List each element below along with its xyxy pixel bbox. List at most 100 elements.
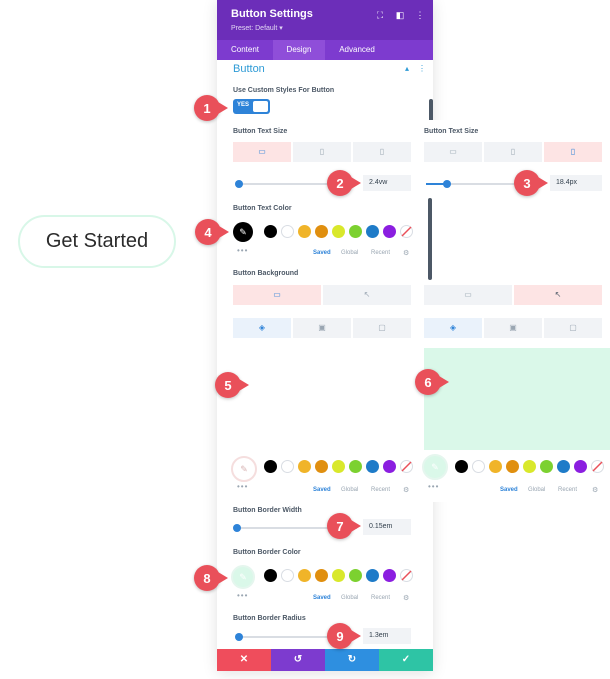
undo-button[interactable]: ↺	[271, 649, 325, 671]
tab-content[interactable]: Content	[217, 40, 273, 60]
swatch-none[interactable]	[591, 460, 604, 473]
section-more-icon[interactable]: ⋮	[418, 64, 426, 73]
border-width-slider-handle[interactable]	[233, 524, 241, 532]
phone-text-size-slider-handle[interactable]	[443, 180, 451, 188]
device-phone-tab[interactable]: ▯	[353, 142, 411, 162]
more-options-icon[interactable]: ⋮	[415, 10, 425, 20]
palette-tab-saved[interactable]: Saved	[500, 487, 518, 493]
swatch-amber[interactable]	[298, 225, 311, 238]
swatch-white[interactable]	[472, 460, 485, 473]
swatch-none[interactable]	[400, 569, 413, 582]
phone-text-size-input[interactable]: 18.4px	[550, 175, 602, 191]
swatch-black[interactable]	[264, 225, 277, 238]
swatch-none[interactable]	[400, 460, 413, 473]
gear-icon[interactable]: ⚙	[592, 486, 598, 494]
swatch-yellow[interactable]	[332, 460, 345, 473]
swatch-green[interactable]	[349, 460, 362, 473]
cancel-button[interactable]: ✕	[217, 649, 271, 671]
palette-tab-recent[interactable]: Recent	[371, 250, 390, 256]
preset-selector[interactable]: Preset: Default ▾	[231, 24, 283, 32]
swatch-yellow[interactable]	[523, 460, 536, 473]
palette-tab-saved[interactable]: Saved	[313, 250, 331, 256]
border-radius-slider-handle[interactable]	[235, 633, 243, 641]
background-color-picker[interactable]: ✎	[231, 456, 257, 482]
redo-button[interactable]: ↻	[325, 649, 379, 671]
phone-bg-type-video-tab[interactable]: ▢	[544, 318, 602, 338]
right-scrollbar[interactable]	[428, 198, 432, 280]
get-started-button[interactable]: Get Started	[18, 215, 176, 268]
bg-type-color-tab[interactable]: ◈	[233, 318, 291, 338]
swatch-purple[interactable]	[383, 225, 396, 238]
bg-type-image-tab[interactable]: ▣	[293, 318, 351, 338]
palette-tab-global[interactable]: Global	[341, 250, 358, 256]
phone-device-tablet-tab[interactable]: ▯	[484, 142, 542, 162]
swatch-purple[interactable]	[383, 460, 396, 473]
border-color-picker[interactable]: ✎	[231, 565, 255, 589]
swatch-yellow[interactable]	[332, 225, 345, 238]
swatch-amber[interactable]	[298, 460, 311, 473]
text-color-picker[interactable]: ✎	[233, 222, 253, 242]
palette-tab-saved[interactable]: Saved	[313, 487, 331, 493]
gear-icon[interactable]: ⚙	[403, 486, 409, 494]
phone-device-desktop-tab[interactable]: ▭	[424, 142, 482, 162]
phone-bg-state-hover-tab[interactable]: ↖	[514, 285, 602, 305]
swatch-green[interactable]	[540, 460, 553, 473]
border-radius-input[interactable]: 1.3em	[363, 628, 411, 644]
swatch-blue[interactable]	[366, 460, 379, 473]
swatch-purple[interactable]	[383, 569, 396, 582]
device-desktop-tab[interactable]: ▭	[233, 142, 291, 162]
expand-icon[interactable]: ⛶	[375, 10, 385, 20]
text-size-input[interactable]: 2.4vw	[363, 175, 411, 191]
more-colors-icon[interactable]: •••	[237, 482, 248, 491]
sidebar-toggle-icon[interactable]: ◧	[395, 10, 405, 20]
phone-background-color-picker[interactable]: ✎	[422, 454, 448, 480]
swatch-orange[interactable]	[506, 460, 519, 473]
phone-bg-state-default-tab[interactable]: ▭	[424, 285, 512, 305]
save-button[interactable]: ✓	[379, 649, 433, 671]
tab-design[interactable]: Design	[273, 40, 325, 60]
text-size-slider-handle[interactable]	[235, 180, 243, 188]
palette-tab-global[interactable]: Global	[341, 487, 358, 493]
palette-tab-recent[interactable]: Recent	[371, 487, 390, 493]
more-colors-icon[interactable]: •••	[237, 246, 248, 255]
swatch-blue[interactable]	[366, 225, 379, 238]
swatch-yellow[interactable]	[332, 569, 345, 582]
phone-bg-type-color-tab[interactable]: ◈	[424, 318, 482, 338]
more-colors-icon[interactable]: •••	[237, 591, 248, 600]
section-title[interactable]: Button	[233, 63, 265, 75]
swatch-orange[interactable]	[315, 460, 328, 473]
swatch-blue[interactable]	[557, 460, 570, 473]
collapse-icon[interactable]: ▴	[405, 64, 409, 73]
swatch-green[interactable]	[349, 569, 362, 582]
custom-styles-toggle[interactable]: YES	[233, 99, 270, 114]
swatch-white[interactable]	[281, 225, 294, 238]
bg-type-video-tab[interactable]: ▢	[353, 318, 411, 338]
swatch-white[interactable]	[281, 460, 294, 473]
swatch-amber[interactable]	[489, 460, 502, 473]
border-width-input[interactable]: 0.15em	[363, 519, 411, 535]
palette-tab-saved[interactable]: Saved	[313, 595, 331, 601]
swatch-black[interactable]	[455, 460, 468, 473]
swatch-orange[interactable]	[315, 225, 328, 238]
palette-tab-recent[interactable]: Recent	[558, 487, 577, 493]
palette-tab-recent[interactable]: Recent	[371, 595, 390, 601]
swatch-amber[interactable]	[298, 569, 311, 582]
swatch-none[interactable]	[400, 225, 413, 238]
palette-tab-global[interactable]: Global	[528, 487, 545, 493]
gear-icon[interactable]: ⚙	[403, 594, 409, 602]
swatch-white[interactable]	[281, 569, 294, 582]
swatch-blue[interactable]	[366, 569, 379, 582]
palette-tab-global[interactable]: Global	[341, 595, 358, 601]
gear-icon[interactable]: ⚙	[403, 249, 409, 257]
bg-state-default-tab[interactable]: ▭	[233, 285, 321, 305]
tab-advanced[interactable]: Advanced	[325, 40, 389, 60]
phone-bg-type-image-tab[interactable]: ▣	[484, 318, 542, 338]
swatch-purple[interactable]	[574, 460, 587, 473]
swatch-black[interactable]	[264, 460, 277, 473]
swatch-green[interactable]	[349, 225, 362, 238]
bg-state-hover-tab[interactable]: ↖	[323, 285, 411, 305]
phone-device-phone-tab[interactable]: ▯	[544, 142, 602, 162]
swatch-orange[interactable]	[315, 569, 328, 582]
device-tablet-tab[interactable]: ▯	[293, 142, 351, 162]
swatch-black[interactable]	[264, 569, 277, 582]
